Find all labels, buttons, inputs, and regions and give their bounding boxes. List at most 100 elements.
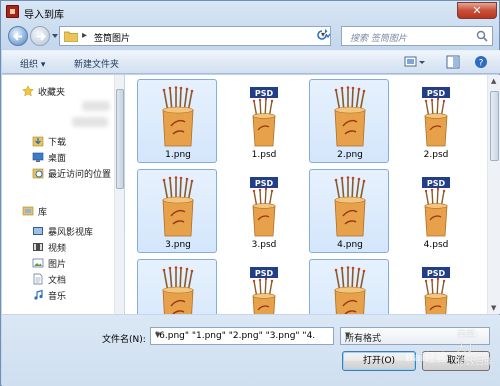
brush-pot-thumbnail <box>162 86 194 147</box>
sidebar-favorites-header[interactable]: 收藏夹 <box>2 83 114 99</box>
file-item[interactable]: 3.png <box>137 169 217 253</box>
psd-badge: PSD <box>255 269 274 278</box>
psd-badge: PSD <box>255 89 274 98</box>
libraries-item[interactable]: 暴风影视库 <box>2 223 114 239</box>
file-name: 3.psd <box>251 240 277 250</box>
breadcrumb-current-folder[interactable]: 签筒图片 <box>94 31 130 44</box>
psd-file-thumbnail: PSD <box>422 267 450 314</box>
file-list-view: 1.png PSD 1.psd 2.png PSD 2.psd 3.png PSD 3.psd 4… <box>125 75 487 314</box>
search-input[interactable]: 搜索 签筒图片 <box>350 31 407 44</box>
title-bar[interactable]: 导入到库 ✕ <box>1 1 500 23</box>
command-toolbar: 组织 ▾ 新建文件夹 ? <box>2 50 500 74</box>
favorites-item[interactable]: 桌面 <box>2 149 114 165</box>
library-icon <box>22 206 34 216</box>
file-list-scrollbar-thumb[interactable] <box>490 91 499 161</box>
psd-file-thumbnail: PSD <box>422 87 450 147</box>
watermark-logo: Bai经验 <box>405 351 447 364</box>
scroll-down-arrow-icon[interactable]: ▼ <box>491 304 496 312</box>
file-item[interactable]: 2.png <box>309 79 389 163</box>
pictures-icon <box>32 258 44 268</box>
libraries-item-label: 图片 <box>48 260 67 270</box>
desktop-icon <box>32 152 44 162</box>
file-item[interactable]: 4.png <box>309 169 389 253</box>
file-list-scrollbar[interactable]: ▲ ▼ <box>487 75 500 314</box>
close-button[interactable]: ✕ <box>457 2 497 19</box>
recent-places-icon <box>32 168 44 179</box>
file-name: 3.png <box>165 240 191 250</box>
brush-pot-thumbnail <box>334 86 366 147</box>
psd-file-thumbnail: PSD <box>250 87 278 147</box>
history-dropdown-icon[interactable] <box>51 32 59 40</box>
brush-pot-thumbnail <box>334 176 366 237</box>
detail-type-label: 类型: <box>457 330 479 340</box>
file-item[interactable]: PSD 2.psd <box>395 79 475 163</box>
brush-pot-thumbnail <box>162 266 194 314</box>
arrow-left-icon <box>13 32 22 41</box>
file-name: 4.psd <box>423 240 449 250</box>
detail-size-label: 大小: <box>457 344 479 354</box>
filename-field[interactable]: "6.png" "1.png" "2.png" "3.png" "4.png" … <box>150 327 334 345</box>
search-icon[interactable] <box>476 30 488 42</box>
file-item[interactable] <box>309 259 389 314</box>
libraries-item-label: 文档 <box>48 276 67 286</box>
back-button[interactable] <box>8 26 28 46</box>
file-item[interactable]: 1.png <box>137 79 217 163</box>
music-icon <box>34 289 43 300</box>
favorites-item-label: 桌面 <box>48 154 67 164</box>
sidebar-scrollbar-thumb[interactable] <box>116 89 124 189</box>
new-folder-button[interactable]: 新建文件夹 <box>74 57 119 70</box>
redacted-item <box>82 101 110 111</box>
view-options-icon[interactable] <box>404 55 426 69</box>
preview-pane-icon[interactable] <box>446 55 460 69</box>
psd-badge: PSD <box>427 89 446 98</box>
libraries-item[interactable]: 视频 <box>2 239 114 255</box>
window-title: 导入到库 <box>24 10 64 21</box>
video-library-icon <box>33 227 43 235</box>
star-icon <box>22 85 34 97</box>
file-item[interactable]: PSD <box>223 259 303 314</box>
file-item[interactable]: PSD 1.psd <box>223 79 303 163</box>
file-item[interactable] <box>137 259 217 314</box>
import-dialog-window: 导入到库 ✕ ▸ 签筒图片 ▾ 搜索 签筒图片 组织 ▾ 新建文件夹 ? 收藏夹… <box>0 0 500 386</box>
file-item[interactable]: PSD 3.psd <box>223 169 303 253</box>
detail-modified-label: 修改日期 <box>457 358 494 368</box>
libraries-item[interactable]: 文档 <box>2 271 114 287</box>
libraries-item[interactable]: 图片 <box>2 255 114 271</box>
documents-icon <box>33 273 43 285</box>
sidebar-libraries-header[interactable]: 库 <box>2 203 114 219</box>
brush-pot-thumbnail <box>334 266 366 314</box>
navigation-bar: ▸ 签筒图片 ▾ 搜索 签筒图片 <box>1 23 500 49</box>
psd-badge: PSD <box>255 179 274 188</box>
favorites-item-label: 最近访问的位置 <box>48 170 112 180</box>
scroll-up-arrow-icon[interactable]: ▲ <box>491 77 496 85</box>
favorites-item[interactable]: 下载 <box>2 133 114 149</box>
search-box[interactable]: 搜索 签筒图片 <box>341 26 493 46</box>
help-icon[interactable]: ? <box>474 55 488 69</box>
details-watermark-overlay: 类型: 大小: 修改日期 Bai经验 <box>405 323 500 386</box>
file-item[interactable]: PSD <box>395 259 475 314</box>
file-name: 2.psd <box>423 150 449 160</box>
forward-button[interactable] <box>30 26 50 46</box>
brush-pot-thumbnail <box>162 176 194 237</box>
favorites-item-label: 下载 <box>48 138 67 148</box>
libraries-item-label: 暴风影视库 <box>48 228 94 238</box>
libraries-item[interactable]: 音乐 <box>2 287 114 303</box>
psd-file-thumbnail: PSD <box>250 267 278 314</box>
breadcrumb-separator: ▸ <box>82 30 88 41</box>
file-name: 1.png <box>165 150 191 160</box>
sidebar-scrollbar[interactable] <box>114 75 124 314</box>
psd-file-thumbnail: PSD <box>422 177 450 237</box>
organize-menu[interactable]: 组织 ▾ <box>20 57 45 70</box>
file-name: 1.psd <box>251 150 277 160</box>
refresh-icon[interactable] <box>316 28 332 42</box>
psd-badge: PSD <box>427 179 446 188</box>
arrow-right-icon <box>37 32 46 41</box>
download-folder-icon <box>32 136 44 147</box>
navigation-pane: 收藏夹 下载桌面最近访问的位置 库 暴风影视库 视频图片文档 音乐 <box>2 75 124 314</box>
favorites-item[interactable]: 最近访问的位置 <box>2 165 114 181</box>
address-bar[interactable]: ▸ 签筒图片 ▾ <box>59 26 331 46</box>
psd-badge: PSD <box>427 269 446 278</box>
file-item[interactable]: PSD 4.psd <box>395 169 475 253</box>
filename-dropdown-icon[interactable]: ▼ <box>155 331 315 339</box>
filename-label: 文件名(N): <box>102 335 146 345</box>
